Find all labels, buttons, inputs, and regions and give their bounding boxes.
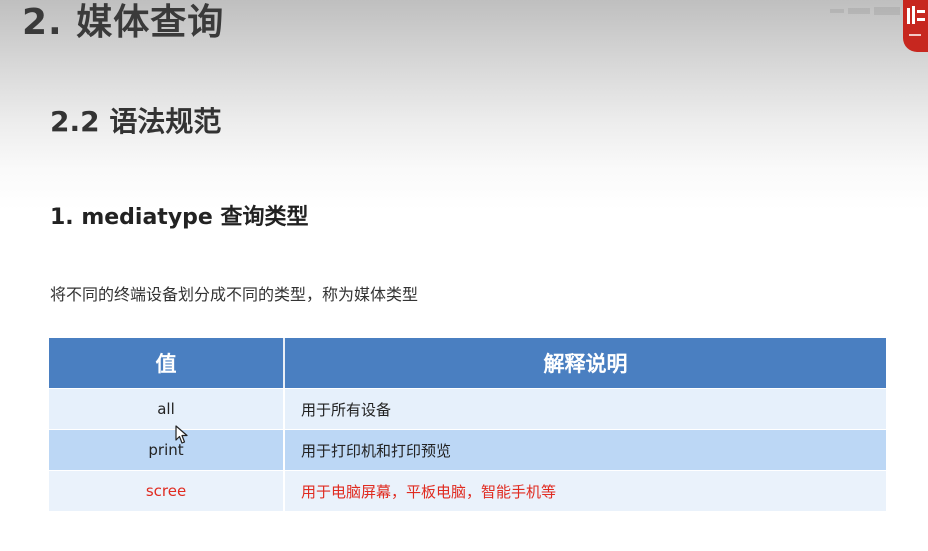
logo-badge-icon <box>903 0 928 52</box>
slide-title: 2. 媒体查询 <box>22 2 225 43</box>
watermark-logo-icon <box>830 2 902 15</box>
table-row: all 用于所有设备 <box>49 388 886 429</box>
section-title: 2.2 语法规范 <box>50 105 222 138</box>
description-text: 将不同的终端设备划分成不同的类型，称为媒体类型 <box>50 285 419 304</box>
column-header-value: 值 <box>49 338 285 388</box>
table-header-row: 值 解释说明 <box>49 338 886 388</box>
table-cell-description: 用于电脑屏幕，平板电脑，智能手机等 <box>285 470 886 511</box>
table-cell-description: 用于打印机和打印预览 <box>285 429 886 470</box>
subsection-title: 1. mediatype 查询类型 <box>50 205 309 230</box>
table-row: scree 用于电脑屏幕，平板电脑，智能手机等 <box>49 470 886 511</box>
table-cell-value: all <box>49 388 285 429</box>
table-cell-value: scree <box>49 470 285 511</box>
table-cell-description: 用于所有设备 <box>285 388 886 429</box>
table-cell-value: print <box>49 429 285 470</box>
mouse-pointer-icon <box>175 425 189 445</box>
column-header-description: 解释说明 <box>285 338 886 388</box>
